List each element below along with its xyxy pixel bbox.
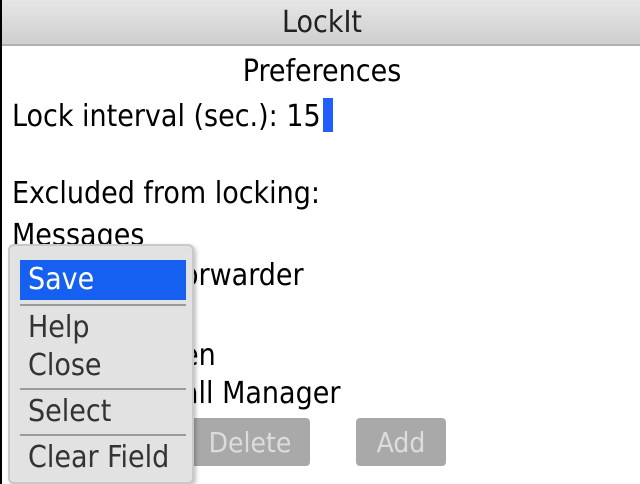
menu-item-save[interactable]: Save	[20, 260, 186, 300]
delete-button[interactable]: Delete	[190, 418, 310, 466]
app-title: LockIt	[281, 4, 362, 40]
title-bar: LockIt	[2, 0, 640, 46]
menu-separator	[20, 304, 186, 306]
excluded-item[interactable]: orwarder	[182, 258, 304, 293]
add-button[interactable]: Add	[356, 418, 446, 466]
excluded-item[interactable]: all Manager	[182, 376, 340, 411]
menu-separator	[20, 434, 186, 436]
lockit-screen: LockIt Preferences Lock interval (sec.):…	[0, 0, 640, 484]
menu-item-clear-field[interactable]: Clear Field	[20, 438, 186, 478]
menu-item-select[interactable]: Select	[20, 392, 186, 432]
menu-item-close[interactable]: Close	[20, 346, 186, 386]
page-title: Preferences	[242, 54, 402, 89]
lock-interval-field[interactable]: Lock interval (sec.): 15	[12, 98, 333, 134]
text-cursor	[322, 98, 333, 132]
menu-separator	[20, 388, 186, 390]
excluded-label: Excluded from locking:	[12, 176, 321, 211]
lock-interval-value[interactable]: 15	[286, 99, 320, 134]
menu-item-help[interactable]: Help	[20, 308, 186, 348]
context-menu: Save Help Close Select Clear Field	[8, 244, 194, 484]
lock-interval-label: Lock interval (sec.):	[12, 99, 278, 134]
